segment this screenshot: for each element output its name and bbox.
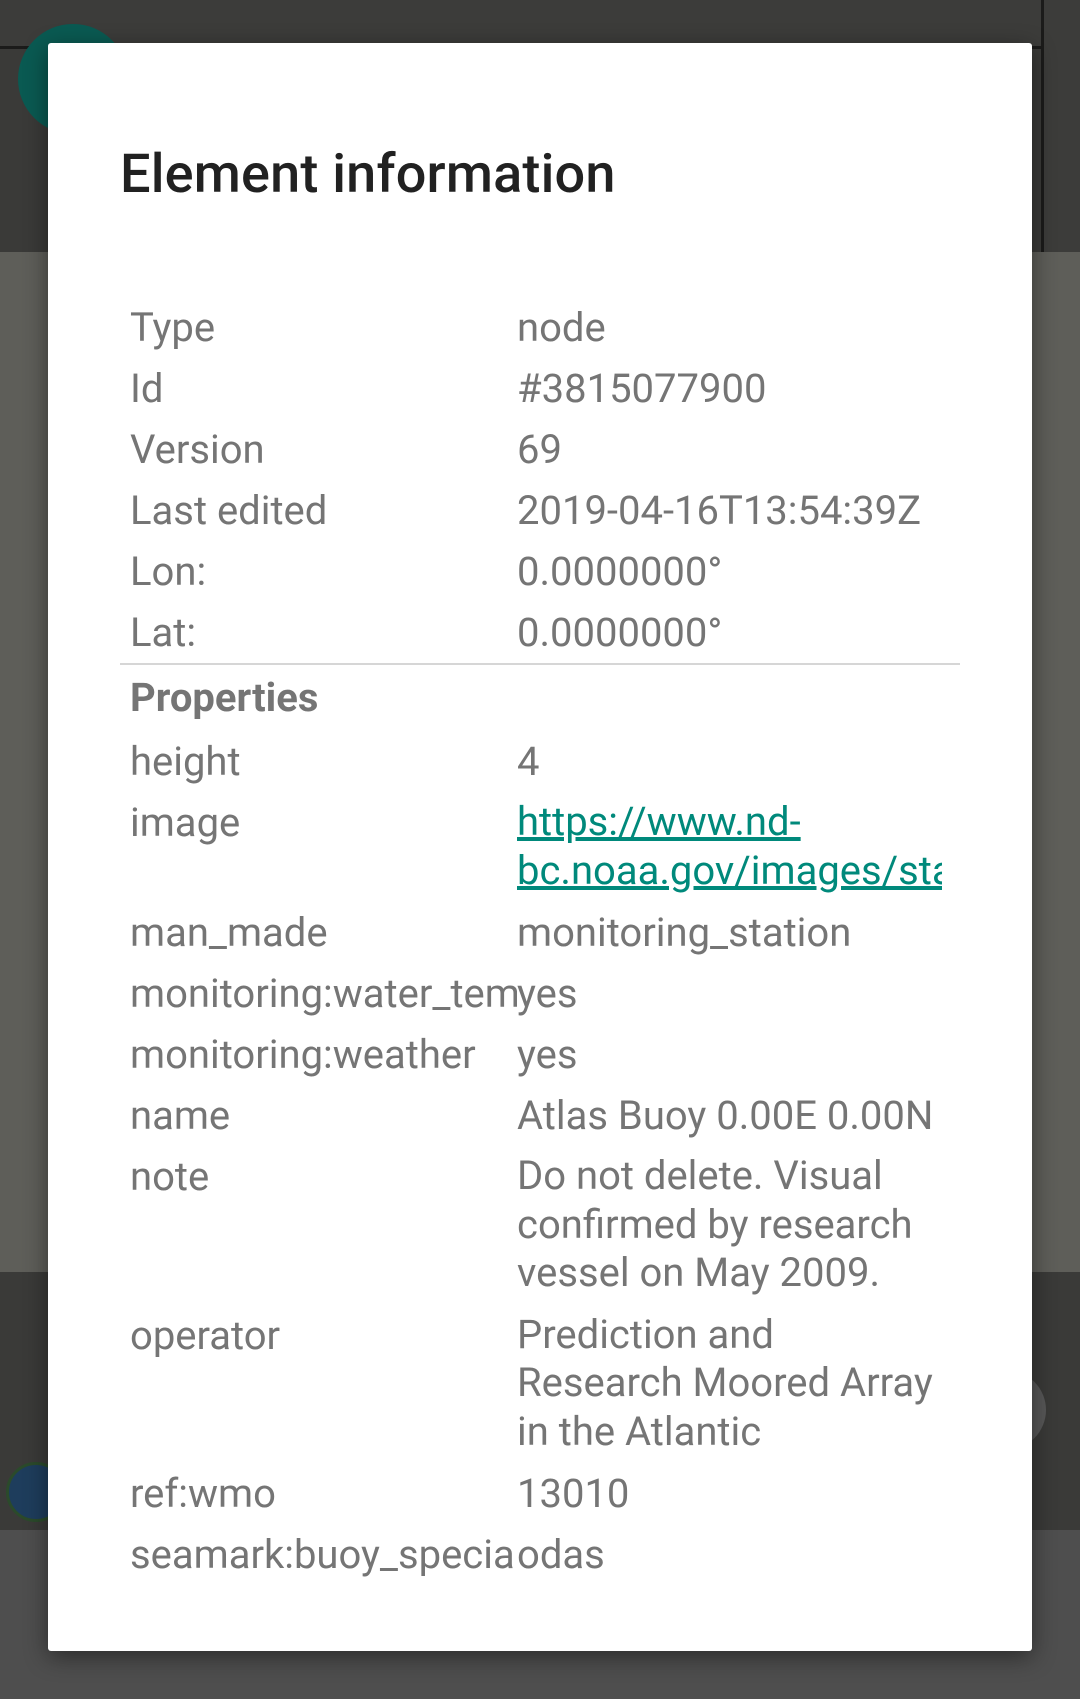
properties-heading: Properties	[130, 674, 319, 721]
property-row-monitoring-weather: monitoring:weather yes	[120, 1024, 960, 1085]
image-link[interactable]: https://www.nd-bc.noaa.gov/images/statio…	[517, 798, 942, 894]
property-key: seamark:buoy_special_purpose:category	[130, 1531, 517, 1578]
property-key: name	[130, 1092, 231, 1139]
info-key: Lat:	[130, 609, 197, 656]
info-row-lat: Lat: 0.0000000°	[120, 602, 960, 663]
info-value: node	[517, 304, 606, 351]
element-information-dialog: Element information Type node Id #381507…	[48, 43, 1032, 1651]
property-row-operator: operator Prediction and Research Moored …	[120, 1305, 960, 1464]
dialog-title: Element information	[120, 143, 616, 206]
property-value: Prediction and Research Moored Array in …	[517, 1310, 933, 1455]
property-key: man_made	[130, 909, 328, 956]
info-row-lon: Lon: 0.0000000°	[120, 541, 960, 602]
property-row-note: note Do not delete. Visual confirmed by …	[120, 1146, 960, 1305]
property-key: note	[130, 1153, 210, 1200]
property-value: 13010	[517, 1470, 630, 1517]
property-row-seamark-buoy-special: seamark:buoy_special_purpose:category od…	[120, 1524, 960, 1585]
info-value: 69	[517, 426, 562, 473]
property-value: monitoring_station	[517, 909, 852, 956]
property-key: height	[130, 738, 241, 785]
info-row-type: Type node	[120, 297, 960, 358]
info-key: Version	[130, 426, 265, 473]
info-key: Id	[130, 365, 164, 412]
info-key: Type	[130, 304, 216, 351]
info-value: #3815077900	[517, 365, 767, 412]
property-key: ref:wmo	[130, 1470, 276, 1517]
property-row-man-made: man_made monitoring_station	[120, 902, 960, 963]
property-value: https://www.nd-bc.noaa.gov/images/statio…	[517, 792, 942, 902]
info-row-version: Version 69	[120, 419, 960, 480]
property-key: image	[130, 799, 241, 846]
info-row-last-edited: Last edited 2019-04-16T13:54:39Z	[120, 480, 960, 541]
property-row-monitoring-water-temperature: monitoring:water_temperature yes	[120, 963, 960, 1024]
info-value: 2019-04-16T13:54:39Z	[517, 487, 922, 534]
info-value: 0.0000000°	[517, 609, 723, 656]
info-row-id: Id #3815077900	[120, 358, 960, 419]
property-row-image: image https://www.nd-bc.noaa.gov/images/…	[120, 792, 960, 902]
info-key: Lon:	[130, 548, 207, 595]
property-row-height: height 4	[120, 731, 960, 792]
property-value: odas	[517, 1531, 605, 1578]
property-key: monitoring:water_temperature	[130, 970, 517, 1017]
property-value: Do not delete. Visual confirmed by resea…	[517, 1152, 913, 1296]
info-value: 0.0000000°	[517, 548, 723, 595]
property-value: Atlas Buoy 0.00E 0.00N	[517, 1092, 934, 1139]
property-value: yes	[517, 970, 578, 1017]
property-key: monitoring:weather	[130, 1031, 476, 1078]
property-value: yes	[517, 1031, 578, 1078]
property-row-name: name Atlas Buoy 0.00E 0.00N	[120, 1085, 960, 1146]
element-info-table: Type node Id #3815077900 Version 69 Last…	[120, 297, 960, 1585]
property-row-ref-wmo: ref:wmo 13010	[120, 1463, 960, 1524]
property-value: 4	[517, 738, 540, 785]
property-key: operator	[130, 1311, 281, 1359]
info-key: Last edited	[130, 487, 328, 534]
scale-ruler	[0, 0, 1080, 49]
